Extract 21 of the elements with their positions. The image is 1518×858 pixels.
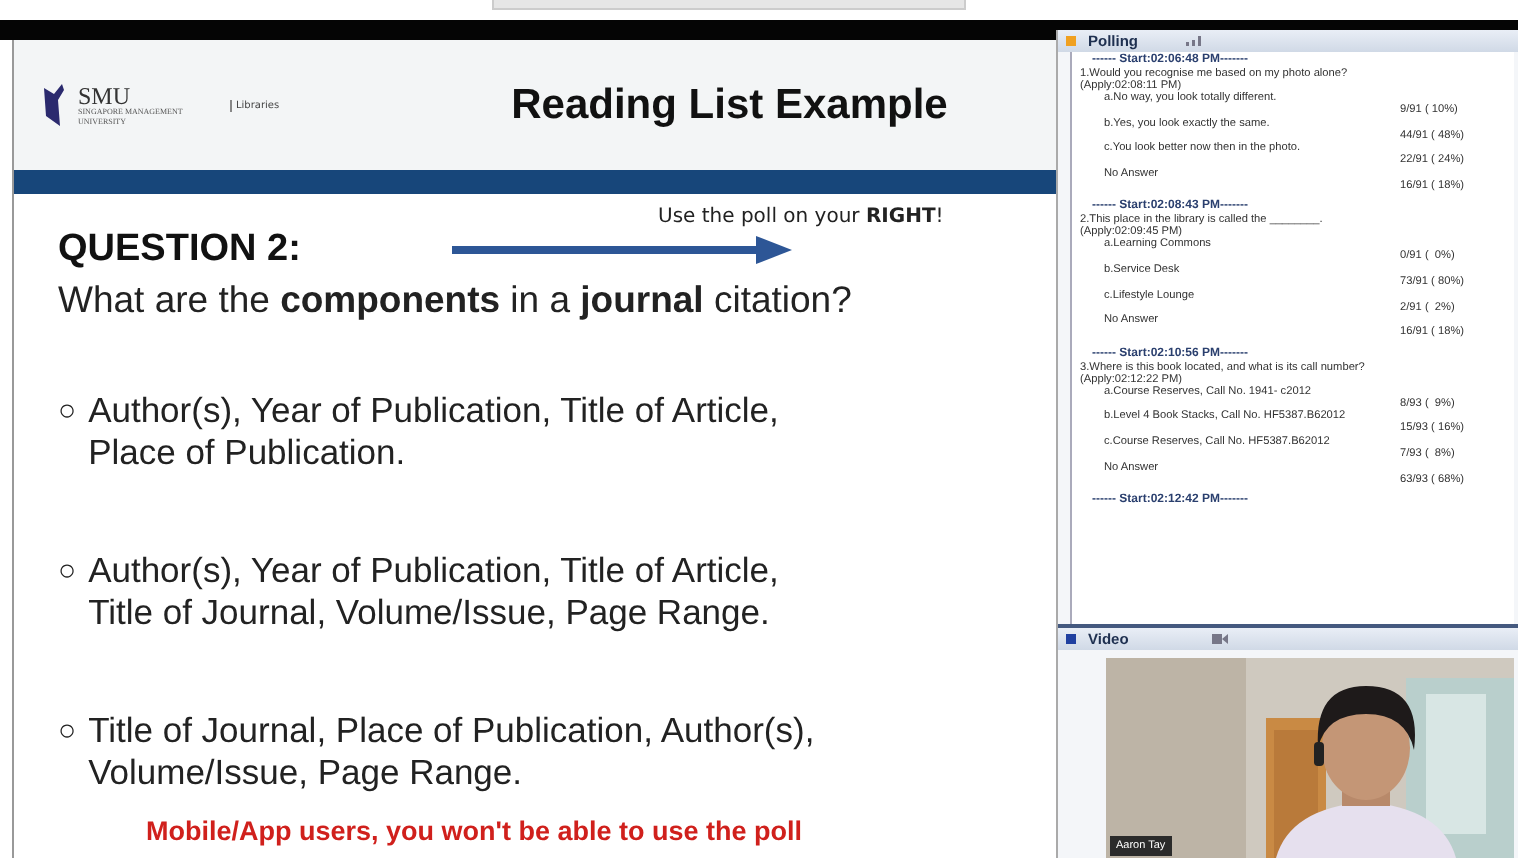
hint-text: Use the poll on your RIGHT! <box>658 206 946 228</box>
arrow-icon <box>452 236 793 264</box>
warning-text: Mobile/App users, you won't be able to use the poll <box>146 816 804 846</box>
bullet-marker: ○ <box>58 712 77 752</box>
question-label: QUESTION 2: <box>58 228 301 272</box>
slide-title: Reading List Example <box>511 81 948 129</box>
option-text: Title of Journal, Volume/Issue, Page Range. <box>88 592 772 634</box>
bullet-marker: ○ <box>58 392 77 432</box>
camera-icon <box>1212 634 1229 644</box>
signal-icon <box>1186 36 1202 46</box>
panel-icon <box>1066 36 1076 46</box>
panel-icon <box>1066 634 1076 644</box>
option-text: Title of Journal, Place of Publication, Author(s), <box>88 710 815 752</box>
question-text: What are the components in a journal citation? <box>58 278 854 322</box>
bullet-marker: ○ <box>58 552 77 592</box>
option-text: Place of Publication. <box>88 432 408 474</box>
option-text: Author(s), Year of Publication, Title of Article, <box>88 550 779 592</box>
option-text: Author(s), Year of Publication, Title of Article, <box>88 390 779 432</box>
logo-name: SMU <box>78 84 131 108</box>
lion-shield-icon <box>42 81 66 129</box>
option-text: Volume/Issue, Page Range. <box>88 752 525 794</box>
